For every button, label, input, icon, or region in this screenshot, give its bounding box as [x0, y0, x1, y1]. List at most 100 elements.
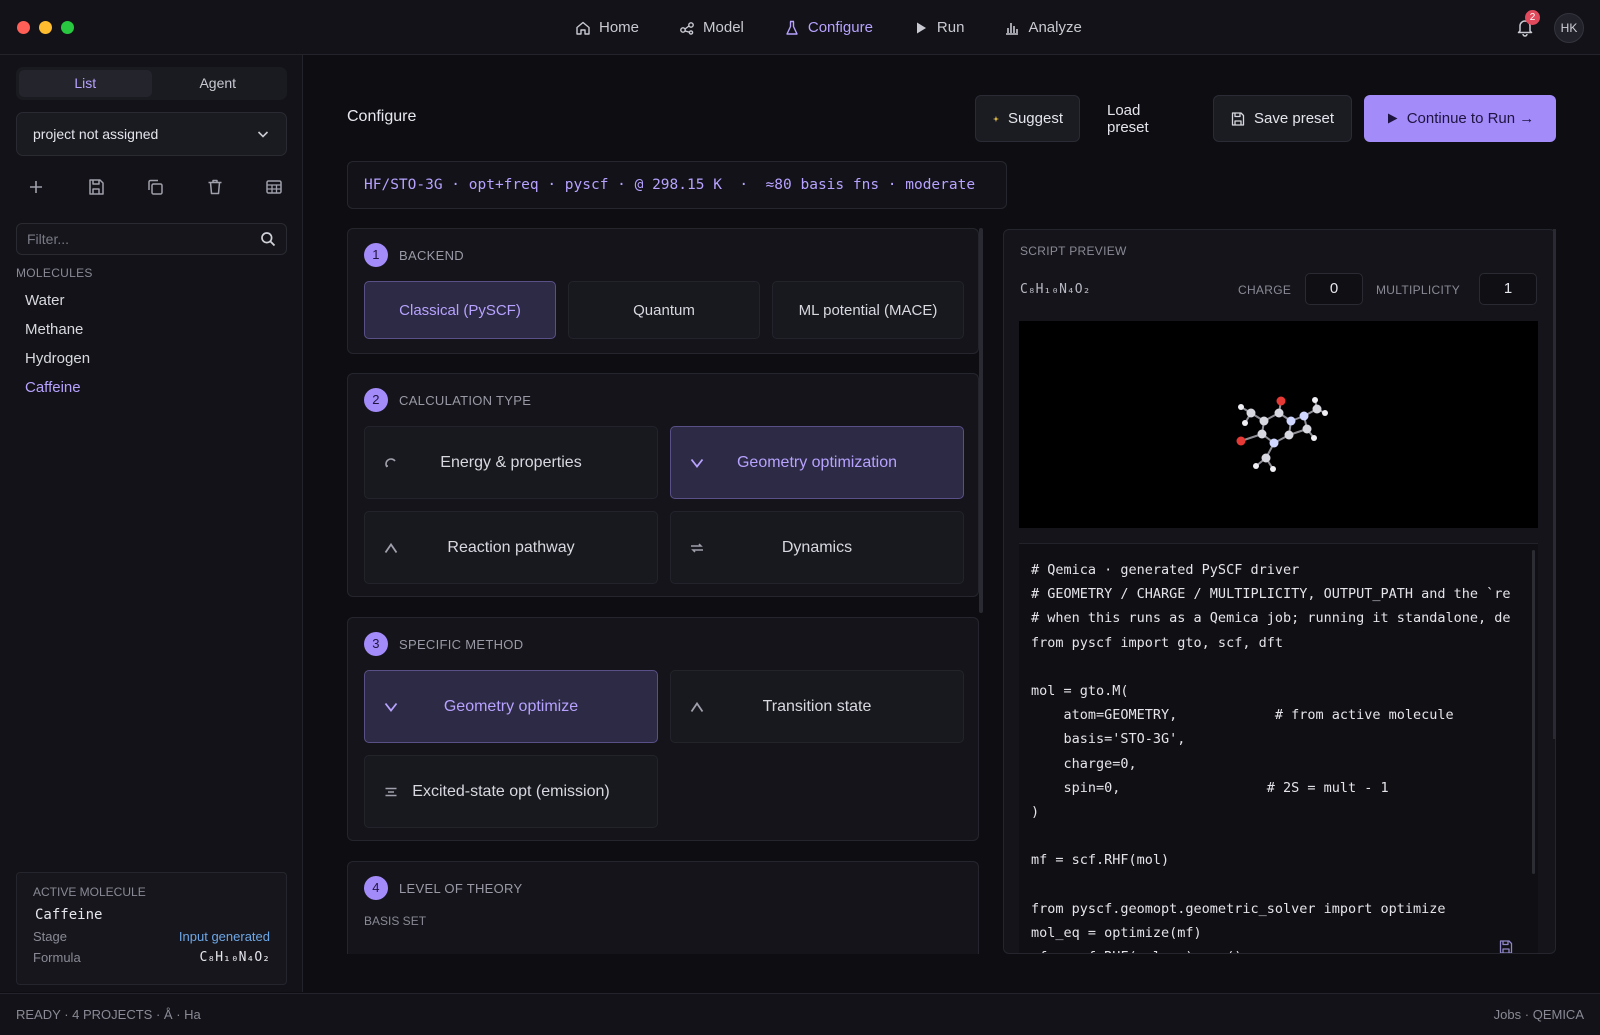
nav-model-label: Model	[703, 19, 744, 36]
section-backend: 1 BACKEND Classical (PySCF) Quantum ML p…	[347, 228, 979, 354]
script-code-block[interactable]: # Qemica · generated PySCF driver # GEOM…	[1019, 543, 1538, 953]
calc-option-dynamics[interactable]: Dynamics	[670, 511, 964, 584]
nav-configure-label: Configure	[807, 19, 873, 36]
status-ready: READY	[16, 1007, 61, 1022]
continue-label: Continue to Run →	[1406, 110, 1535, 127]
flask-icon	[786, 20, 798, 35]
minimize-window-button[interactable]	[39, 21, 52, 34]
nav-model[interactable]: Model	[659, 19, 764, 36]
method-option-transition-state[interactable]: Transition state	[670, 670, 964, 743]
backend-option-classical[interactable]: Classical (PySCF)	[364, 281, 556, 339]
config-scrollbar[interactable]	[979, 228, 983, 613]
suggest-label: Suggest	[1007, 110, 1063, 127]
nav-home-label: Home	[599, 19, 640, 36]
nav-analyze-label: Analyze	[1028, 19, 1082, 36]
charge-label: CHARGE	[1238, 283, 1292, 297]
code-scrollbar[interactable]	[1532, 550, 1535, 874]
caret-up-icon	[384, 542, 398, 553]
molecule-list: Water Methane Hydrogen Caffeine	[25, 286, 90, 402]
status-energy-unit: Ha	[184, 1007, 201, 1022]
brand-label: QEMICA	[1532, 1007, 1584, 1022]
nav-run[interactable]: Run	[893, 19, 985, 36]
play-icon	[1387, 113, 1398, 124]
config-summary: HF/STO-3G · opt+freq · pyscf · @ 298.15 …	[347, 161, 1007, 209]
save-icon[interactable]	[1498, 939, 1514, 954]
active-molecule-card: ACTIVE MOLECULE Caffeine Stage Input gen…	[16, 872, 287, 985]
jobs-link[interactable]: Jobs	[1494, 1007, 1521, 1022]
calc-option-reaction-pathway[interactable]: Reaction pathway	[364, 511, 658, 584]
sidebar-toolbar	[26, 177, 284, 197]
molecule-item-hydrogen[interactable]: Hydrogen	[25, 344, 90, 373]
copy-icon[interactable]	[145, 177, 165, 197]
chevron-down-icon	[257, 131, 269, 138]
section-number: 2	[364, 388, 388, 412]
calc-option-label: Reaction pathway	[447, 538, 575, 556]
charge-input[interactable]: 0	[1305, 273, 1363, 305]
project-select[interactable]: project not assigned	[16, 112, 287, 156]
section-title: CALCULATION TYPE	[399, 392, 532, 408]
calc-option-energy[interactable]: Energy & properties	[364, 426, 658, 499]
tab-list[interactable]: List	[19, 70, 152, 97]
section-number: 1	[364, 243, 388, 267]
avatar[interactable]: HK	[1554, 13, 1584, 43]
status-length-unit: Å	[163, 1007, 173, 1022]
continue-to-run-button[interactable]: Continue to Run →	[1364, 95, 1556, 142]
load-preset-label: Load preset	[1107, 101, 1149, 136]
active-molecule-name: Caffeine	[35, 907, 103, 923]
status-separator: ·	[64, 1007, 73, 1022]
save-preset-button[interactable]: Save preset	[1213, 95, 1352, 142]
multiplicity-label: MULTIPLICITY	[1376, 283, 1461, 297]
molecule-item-methane[interactable]: Methane	[25, 315, 90, 344]
calc-option-geometry-optimization[interactable]: Geometry optimization	[670, 426, 964, 499]
arc-icon	[385, 457, 396, 467]
method-option-label: Geometry optimize	[443, 697, 579, 715]
stage-label: Stage	[33, 929, 67, 944]
backend-option-ml-potential[interactable]: ML potential (MACE)	[772, 281, 964, 339]
play-icon	[916, 22, 926, 33]
calc-option-label: Energy & properties	[440, 453, 582, 471]
backend-option-quantum[interactable]: Quantum	[568, 281, 760, 339]
molecule-item-caffeine[interactable]: Caffeine	[25, 373, 90, 402]
section-method-header: 3 SPECIFIC METHOD	[364, 632, 523, 656]
nav-home[interactable]: Home	[555, 19, 659, 36]
close-window-button[interactable]	[17, 21, 30, 34]
filter-field[interactable]	[16, 223, 287, 255]
caret-up-icon	[690, 701, 704, 712]
multiplicity-input[interactable]: 1	[1479, 273, 1537, 305]
section-level-of-theory: 4 LEVEL OF THEORY BASIS SET	[347, 861, 979, 954]
nav-configure[interactable]: Configure	[764, 19, 893, 36]
backend-option-label: Quantum	[633, 301, 695, 319]
search-icon[interactable]	[260, 231, 276, 247]
suggest-button[interactable]: Suggest	[975, 95, 1080, 142]
molecule-viewer[interactable]	[1019, 321, 1538, 528]
backend-option-label: Classical (PySCF)	[399, 301, 521, 319]
molecules-heading: MOLECULES	[16, 266, 93, 280]
section-calc-header: 2 CALCULATION TYPE	[364, 388, 531, 412]
preview-scrollbar[interactable]	[1553, 229, 1556, 739]
calc-option-label: Geometry optimization	[736, 453, 898, 471]
method-option-label: Transition state	[762, 697, 872, 715]
load-preset-button[interactable]: Load preset	[1091, 95, 1201, 142]
maximize-window-button[interactable]	[61, 21, 74, 34]
basis-set-label: BASIS SET	[364, 914, 427, 928]
plus-icon[interactable]	[26, 177, 46, 197]
save-icon	[1231, 111, 1245, 126]
method-option-geometry-optimize[interactable]: Geometry optimize	[364, 670, 658, 743]
save-icon[interactable]	[86, 177, 106, 197]
active-molecule-title: ACTIVE MOLECULE	[33, 885, 146, 899]
filter-input[interactable]	[27, 231, 247, 247]
molecule-3d-render	[1236, 396, 1328, 472]
active-molecule-stage-row: Stage Input generated	[33, 929, 270, 944]
method-option-excited-state[interactable]: Excited-state opt (emission)	[364, 755, 658, 828]
section-specific-method: 3 SPECIFIC METHOD Geometry optimize Tran…	[347, 617, 979, 841]
top-nav: Home Model Configure Run Analyze	[555, 0, 1102, 55]
script-preview-title: SCRIPT PREVIEW	[1020, 244, 1127, 258]
nav-analyze[interactable]: Analyze	[984, 19, 1101, 36]
molecule-item-water[interactable]: Water	[25, 286, 90, 315]
section-title: LEVEL OF THEORY	[399, 880, 523, 896]
save-preset-label: Save preset	[1254, 110, 1335, 127]
table-icon[interactable]	[264, 177, 284, 197]
trash-icon[interactable]	[205, 177, 225, 197]
tab-agent[interactable]: Agent	[152, 70, 285, 97]
status-left: READY · 4 PROJECTS · Å · Ha	[16, 1007, 201, 1022]
